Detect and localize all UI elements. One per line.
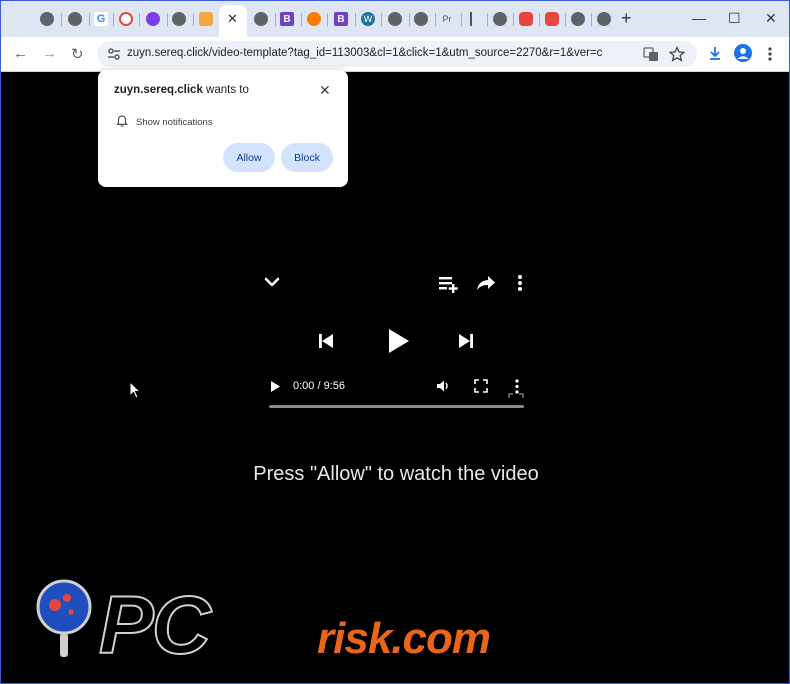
google-icon: G xyxy=(94,12,108,26)
popup-title: zuyn.sereq.click wants to xyxy=(114,84,249,96)
address-bar[interactable]: zuyn.sereq.click/video-template?tag_id=1… xyxy=(97,41,697,67)
bootstrap-icon: B xyxy=(280,12,294,26)
tab-21[interactable] xyxy=(568,9,588,29)
url-text[interactable]: zuyn.sereq.click/video-template?tag_id=1… xyxy=(127,47,647,59)
wordpress-icon: W xyxy=(361,12,375,26)
window-close-button[interactable]: ✕ xyxy=(765,10,777,27)
maximize-button[interactable]: ☐ xyxy=(728,10,741,27)
menu-kebab-icon[interactable] xyxy=(765,46,775,62)
fire-icon xyxy=(545,12,559,26)
globe-icon xyxy=(597,12,611,26)
back-button[interactable]: ← xyxy=(13,45,28,62)
tab-5[interactable] xyxy=(143,9,163,29)
volume-icon[interactable] xyxy=(436,379,450,393)
globe-icon xyxy=(493,12,507,26)
globe-icon xyxy=(388,12,402,26)
play-icon[interactable] xyxy=(269,380,281,393)
download-icon[interactable] xyxy=(707,45,723,61)
fire-icon xyxy=(519,12,533,26)
bell-icon xyxy=(116,115,128,127)
tab-16[interactable]: Pr xyxy=(437,9,457,29)
share-icon[interactable] xyxy=(476,275,496,291)
tab-20[interactable] xyxy=(542,9,562,29)
globe-icon xyxy=(68,12,82,26)
notification-permission-popup: zuyn.sereq.click wants to ✕ Show notific… xyxy=(98,70,348,187)
tab-12[interactable]: B xyxy=(331,9,351,29)
video-timeline[interactable] xyxy=(269,405,524,408)
watermark-risk: risk.com xyxy=(317,614,491,663)
popup-site: zuyn.sereq.click xyxy=(114,84,203,96)
tab-4[interactable] xyxy=(116,9,136,29)
fullscreen-icon[interactable] xyxy=(474,379,488,393)
tab-22[interactable] xyxy=(594,9,614,29)
chevron-down-icon[interactable] xyxy=(263,276,281,290)
translate-icon[interactable] xyxy=(643,46,659,62)
pr-icon: Pr xyxy=(442,14,452,24)
video-time: 0:00 / 9:56 xyxy=(293,380,345,392)
hand-icon xyxy=(199,12,213,26)
allow-button[interactable]: Allow xyxy=(223,143,275,172)
add-to-queue-icon[interactable] xyxy=(438,275,460,293)
popup-wants-to: wants to xyxy=(202,84,249,96)
mouse-cursor-icon xyxy=(129,381,141,399)
globe-icon xyxy=(414,12,428,26)
tab-6[interactable] xyxy=(169,9,189,29)
tab-18[interactable] xyxy=(490,9,510,29)
focus-corner-icon xyxy=(508,393,524,398)
browser-window: G ✕ B B W Pr + — ☐ ✕ ← → ↻ zuyn.sereq.cl… xyxy=(0,0,790,684)
compass-icon xyxy=(470,12,476,26)
bookmark-star-icon[interactable] xyxy=(669,46,685,62)
bootstrap-icon: B xyxy=(334,12,348,26)
reload-button[interactable]: ↻ xyxy=(71,45,84,63)
tab-19[interactable] xyxy=(516,9,536,29)
tab-17[interactable] xyxy=(463,9,483,29)
tab-10[interactable]: B xyxy=(277,9,297,29)
play-large-icon[interactable] xyxy=(386,327,410,355)
next-track-icon[interactable] xyxy=(457,332,475,350)
site-settings-icon[interactable] xyxy=(107,47,121,61)
close-tab-icon[interactable]: ✕ xyxy=(227,11,238,27)
watch-video-message: Press "Allow" to watch the video xyxy=(253,463,539,485)
tab-1[interactable] xyxy=(37,9,57,29)
tab-3[interactable]: G xyxy=(91,9,111,29)
forward-button[interactable]: → xyxy=(42,45,57,62)
tab-13[interactable]: W xyxy=(358,9,378,29)
previous-track-icon[interactable] xyxy=(317,332,335,350)
browser-toolbar: ← → ↻ zuyn.sereq.click/video-template?ta… xyxy=(1,37,789,72)
globe-icon xyxy=(40,12,54,26)
target-icon xyxy=(119,12,133,26)
more-options-icon[interactable] xyxy=(515,274,525,292)
tab-9[interactable] xyxy=(251,9,271,29)
new-tab-button[interactable]: + xyxy=(621,8,632,29)
person-icon xyxy=(737,48,749,59)
popup-close-button[interactable]: ✕ xyxy=(319,82,331,99)
globe-icon xyxy=(571,12,585,26)
tab-14[interactable] xyxy=(385,9,405,29)
tab-7[interactable] xyxy=(196,9,216,29)
tab-2[interactable] xyxy=(65,9,85,29)
player-more-icon[interactable] xyxy=(513,379,521,394)
arrow-icon xyxy=(146,12,160,26)
globe-icon xyxy=(172,12,186,26)
tab-11[interactable] xyxy=(304,9,324,29)
permission-label: Show notifications xyxy=(136,117,213,128)
profile-avatar[interactable] xyxy=(734,44,752,62)
minimize-button[interactable]: — xyxy=(692,10,706,26)
globe-icon xyxy=(254,12,268,26)
pcrisk-logo-icon xyxy=(36,579,92,657)
tab-15[interactable] xyxy=(411,9,431,29)
info-icon xyxy=(307,12,321,26)
block-button[interactable]: Block xyxy=(281,143,333,172)
tab-strip: G ✕ B B W Pr + — ☐ ✕ xyxy=(1,1,789,37)
watermark-pc: PC xyxy=(98,579,212,672)
